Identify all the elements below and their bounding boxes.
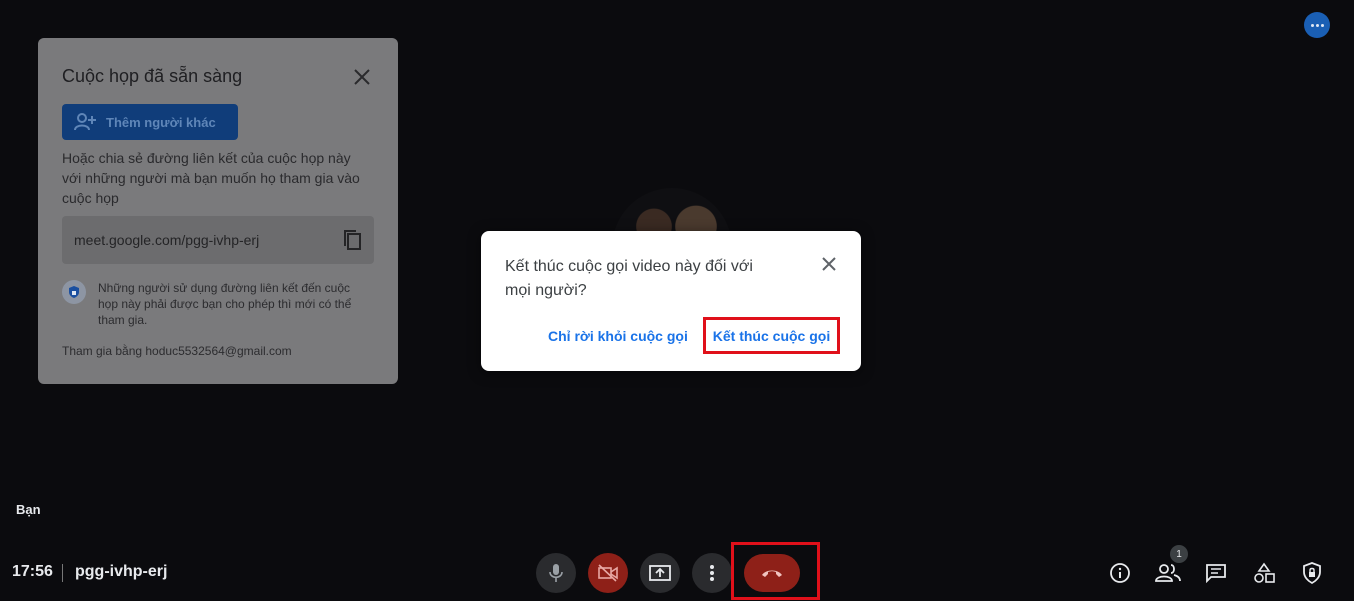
joined-as-text: Tham gia bằng hoduc5532564@gmail.com <box>62 344 292 358</box>
present-screen-icon <box>649 565 671 581</box>
leave-call-button[interactable]: Chỉ rời khỏi cuộc gọi <box>541 322 695 350</box>
clock: 17:56 <box>12 563 53 580</box>
dot-icon <box>1320 23 1324 27</box>
more-options-top-button[interactable] <box>1304 12 1330 38</box>
panel-title: Cuộc họp đã sẵn sàng <box>62 66 243 86</box>
end-call-for-all-button[interactable]: Kết thúc cuộc gọi <box>703 317 840 354</box>
self-tile-label: Bạn <box>16 502 41 517</box>
meeting-details-button[interactable] <box>1105 558 1135 588</box>
microphone-button[interactable] <box>536 553 576 593</box>
info-icon <box>1110 563 1130 583</box>
camera-toggle-button[interactable] <box>588 553 628 593</box>
activities-button[interactable] <box>1249 558 1279 588</box>
dialog-message: Kết thúc cuộc gọi video này đối với mọi … <box>505 258 753 299</box>
meeting-link-box: meet.google.com/pgg-ivhp-erj <box>62 216 374 264</box>
end-call-dialog: Kết thúc cuộc gọi video này đối với mọi … <box>481 231 861 371</box>
share-description: Hoặc chia sẻ đường liên kết của cuộc họp… <box>62 150 360 206</box>
more-vert-icon <box>710 565 714 581</box>
dot-icon <box>1310 23 1314 27</box>
add-people-button[interactable]: Thêm người khác <box>62 104 238 140</box>
add-person-icon <box>74 113 96 131</box>
dialog-close-button[interactable] <box>818 253 840 275</box>
phone-hangup-icon <box>762 570 782 577</box>
panel-close-button[interactable] <box>351 66 373 88</box>
security-note: Những người sử dụng đường liên kết đến c… <box>62 280 372 328</box>
shield-lock-icon <box>1303 562 1321 584</box>
chat-icon <box>1206 564 1226 583</box>
security-note-text: Những người sử dụng đường liên kết đến c… <box>98 281 352 327</box>
hang-up-button[interactable] <box>744 554 800 592</box>
add-people-label: Thêm người khác <box>106 114 216 130</box>
copy-link-button[interactable] <box>342 229 362 251</box>
microphone-icon <box>549 564 563 582</box>
close-icon <box>354 69 370 85</box>
shapes-icon <box>1254 562 1275 583</box>
present-screen-button[interactable] <box>640 553 680 593</box>
more-options-button[interactable] <box>692 553 732 593</box>
camera-off-icon <box>598 564 618 582</box>
shield-icon <box>62 280 86 304</box>
meeting-code: pgg-ivhp-erj <box>75 563 168 580</box>
people-icon <box>1155 564 1181 582</box>
meeting-ready-panel: Cuộc họp đã sẵn sàng Thêm người khác Hoặ… <box>38 38 398 384</box>
chat-button[interactable] <box>1201 558 1231 588</box>
divider <box>62 564 63 582</box>
close-icon <box>822 257 836 271</box>
meeting-link-text: meet.google.com/pgg-ivhp-erj <box>74 232 260 248</box>
host-controls-button[interactable] <box>1297 558 1327 588</box>
dot-icon <box>1315 23 1319 27</box>
copy-icon <box>344 230 361 250</box>
participant-count-badge: 1 <box>1170 545 1188 563</box>
